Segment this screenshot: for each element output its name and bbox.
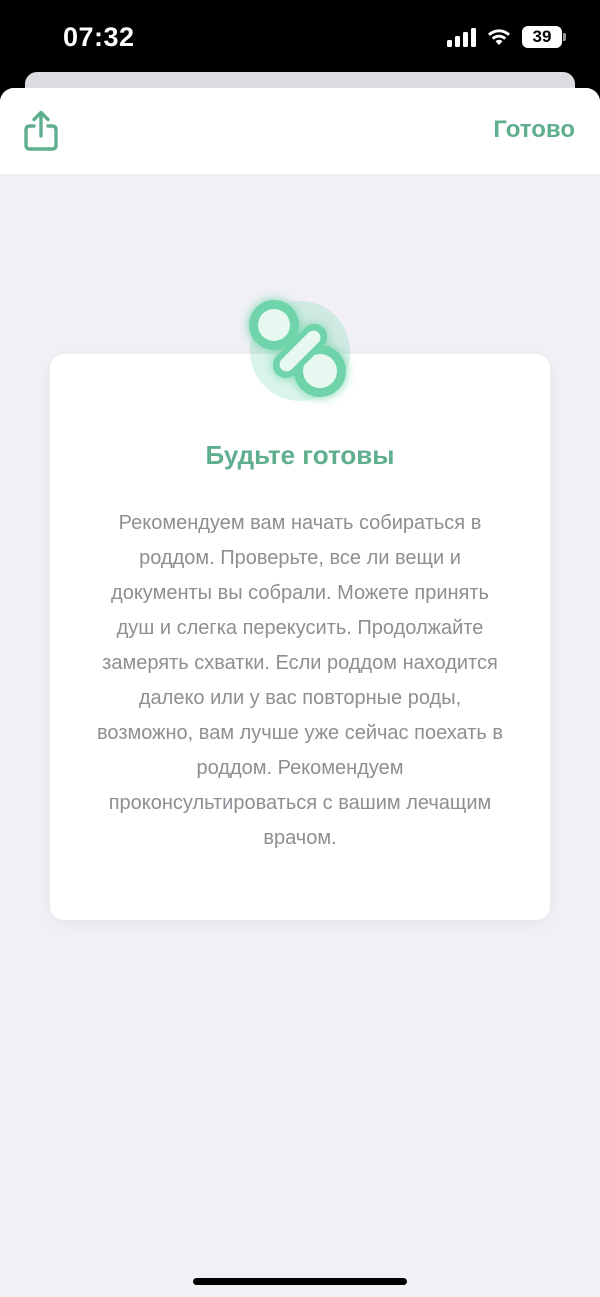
wifi-icon bbox=[486, 27, 512, 47]
battery-icon: 39 bbox=[522, 26, 566, 48]
share-icon bbox=[24, 110, 58, 151]
card-text: Рекомендуем вам начать собираться в родд… bbox=[97, 512, 503, 849]
status-bar: 07:32 39 bbox=[0, 0, 600, 80]
signal-icon bbox=[447, 27, 476, 47]
status-icons: 39 bbox=[447, 26, 566, 48]
battery-level: 39 bbox=[532, 27, 552, 46]
status-time: 07:32 bbox=[63, 22, 135, 52]
card-title: Будьте готовы bbox=[205, 440, 395, 470]
done-button[interactable]: Готово bbox=[493, 116, 575, 144]
info-card: Будьте готовы Рекомендуем вам начать соб… bbox=[50, 354, 550, 920]
home-indicator bbox=[193, 1278, 407, 1285]
share-button[interactable] bbox=[22, 109, 60, 153]
nav-bar: Готово bbox=[0, 88, 600, 174]
pacifier-icon bbox=[232, 283, 368, 419]
modal-sheet: Готово Будьте готовы Рекомендуем вам нач… bbox=[0, 88, 600, 1297]
